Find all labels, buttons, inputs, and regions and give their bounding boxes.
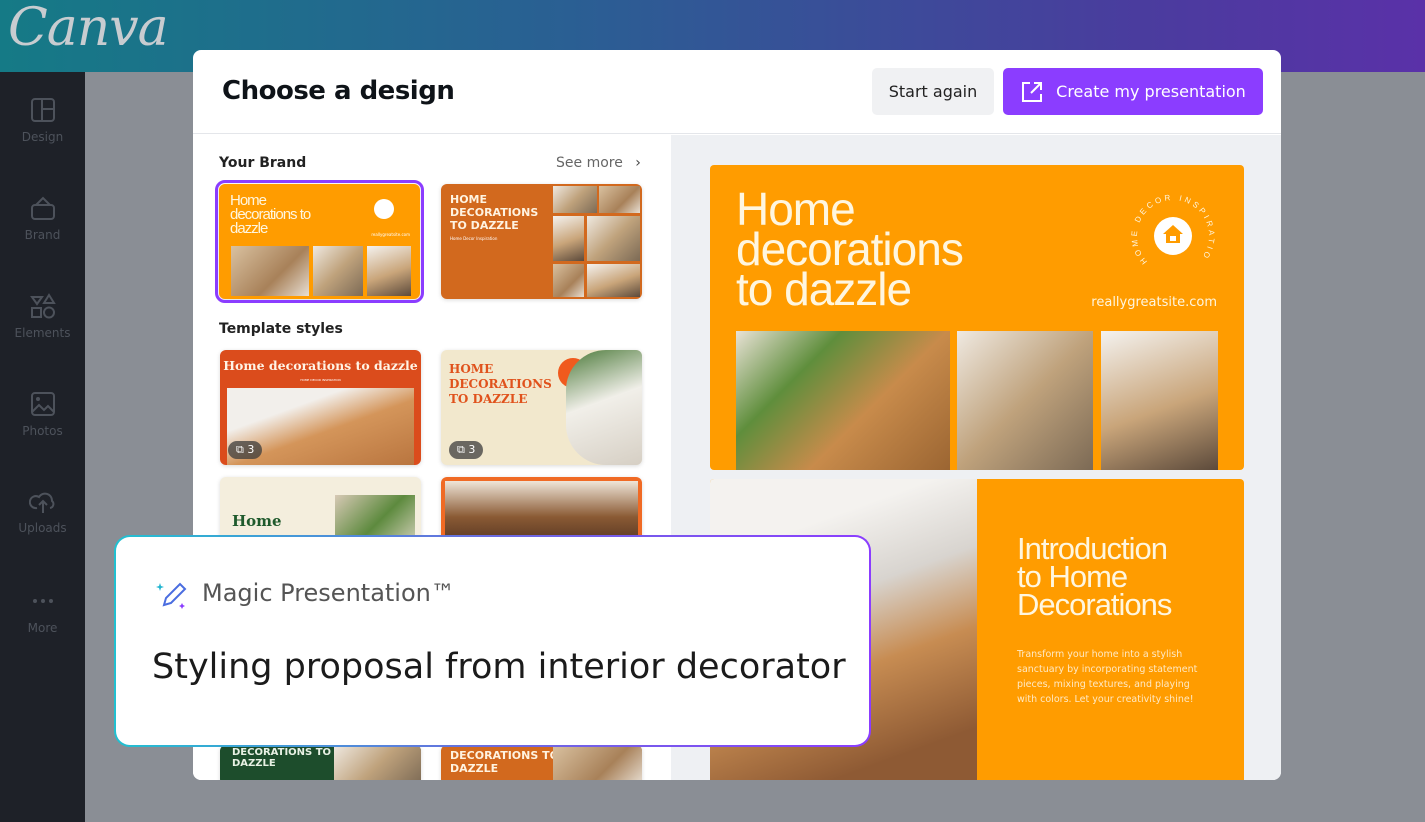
modal-title: Choose a design	[222, 76, 455, 106]
external-link-icon	[1022, 81, 1043, 102]
pages-badge: ⧉ 3	[449, 441, 484, 459]
slide-body: Transform your home into a stylish sanct…	[1017, 649, 1198, 705]
preview-slide-1: Home decorations to dazzle HOME DECOR IN…	[710, 165, 1244, 470]
slide-title: Introduction to Home Decorations	[1017, 533, 1172, 622]
shapes-icon	[29, 293, 56, 319]
see-more-link[interactable]: See more ›	[556, 155, 641, 171]
create-label: Create my presentation	[1056, 82, 1246, 101]
photo	[599, 186, 640, 213]
template-styles-heading: Template styles	[219, 321, 343, 337]
photo	[957, 331, 1093, 470]
your-brand-heading: Your Brand	[219, 155, 307, 171]
more-dots-icon	[32, 599, 53, 603]
photo	[367, 246, 411, 296]
prompt-text[interactable]: Styling proposal from interior decorator	[152, 647, 846, 687]
page-count: 3	[468, 443, 476, 456]
photo	[553, 186, 597, 213]
photo	[566, 350, 642, 465]
thumb-subtitle: Home Decor Inspiration	[450, 236, 498, 241]
magic-pencil-icon	[156, 582, 187, 609]
title-line: Decorations	[1017, 587, 1172, 622]
template-thumb-1[interactable]: Home decorations to dazzle HOME DECOR IN…	[220, 350, 421, 465]
photo	[313, 246, 363, 296]
brand-kit-icon	[30, 196, 55, 220]
sidebar-item-uploads[interactable]: Uploads	[0, 487, 85, 535]
brand-thumb-1[interactable]: Home decorations to dazzle reallygreatsi…	[215, 180, 424, 303]
create-presentation-button[interactable]: Create my presentation	[1003, 68, 1263, 115]
photo	[553, 264, 584, 297]
sidebar-item-label: More	[27, 621, 58, 635]
layout-icon	[30, 98, 55, 122]
template-thumb-5[interactable]: DECORATIONS TO DAZZLE	[220, 745, 421, 780]
photo	[587, 216, 640, 261]
photo	[553, 216, 584, 261]
slide-site: reallygreatsite.com	[1091, 295, 1217, 310]
thumb-title: Home decorations to dazzle	[230, 192, 311, 237]
thumb-title: Home decorations to dazzle	[223, 358, 418, 373]
thumb-title: HOME DECORATIONS TO DAZZLE	[449, 362, 552, 406]
sidebar-item-label: Uploads	[18, 521, 67, 535]
photo	[334, 745, 421, 780]
sidebar-item-label: Photos	[22, 424, 63, 438]
thumb-title: DECORATIONS TO DAZZLE	[450, 749, 559, 775]
sidebar-item-label: Design	[21, 130, 64, 144]
photo	[1101, 331, 1218, 470]
page-count: 3	[247, 443, 255, 456]
chevron-right-icon: ›	[635, 155, 641, 171]
sidebar: Design Brand Elements Photos Uploads Mor…	[0, 72, 85, 822]
home-icon	[374, 199, 394, 219]
circle-badge: HOME DECOR INSPIRATION	[1128, 191, 1213, 266]
cloud-upload-icon	[28, 492, 54, 513]
magic-presentation-label: Magic Presentation™	[202, 579, 455, 607]
thumb-subtitle: HOME DECOR INSPIRATION	[300, 378, 341, 382]
canva-logo[interactable]: Canva	[8, 0, 169, 58]
photo	[736, 331, 950, 470]
start-again-button[interactable]: Start again	[872, 68, 994, 115]
thumb-site: reallygreatsite.com	[371, 232, 410, 237]
sidebar-item-photos[interactable]: Photos	[0, 390, 85, 438]
photo	[587, 264, 640, 297]
sidebar-item-design[interactable]: Design	[0, 96, 85, 144]
pages-badge: ⧉ 3	[228, 441, 263, 459]
photo	[445, 481, 638, 541]
thumb-title: HOME DECORATIONS TO DAZZLE	[450, 193, 539, 232]
see-more-label: See more	[556, 155, 623, 171]
template-thumb-2[interactable]: HOME DECORATIONS TO DAZZLE ⧉ 3	[441, 350, 642, 465]
photo	[231, 246, 309, 296]
slide-title: Home decorations to dazzle	[736, 186, 964, 315]
sidebar-item-label: Elements	[14, 326, 71, 340]
sidebar-item-brand[interactable]: Brand	[0, 194, 85, 242]
image-icon	[30, 392, 55, 416]
sidebar-item-elements[interactable]: Elements	[0, 292, 85, 340]
sidebar-item-more[interactable]: More	[0, 587, 85, 635]
start-again-label: Start again	[888, 82, 978, 101]
thumb-title: DECORATIONS TO DAZZLE	[232, 747, 332, 769]
title-line: to dazzle	[736, 263, 912, 315]
brand-thumb-2[interactable]: HOME DECORATIONS TO DAZZLE Home Decor In…	[441, 184, 642, 299]
thumb-title: Home	[232, 512, 282, 530]
photo	[553, 745, 642, 780]
magic-presentation-card: Magic Presentation™ Styling proposal fro…	[114, 535, 871, 747]
modal-header: Choose a design Start again Create my pr…	[193, 50, 1281, 134]
sidebar-item-label: Brand	[24, 228, 61, 242]
template-thumb-6[interactable]: DECORATIONS TO DAZZLE	[441, 745, 642, 780]
